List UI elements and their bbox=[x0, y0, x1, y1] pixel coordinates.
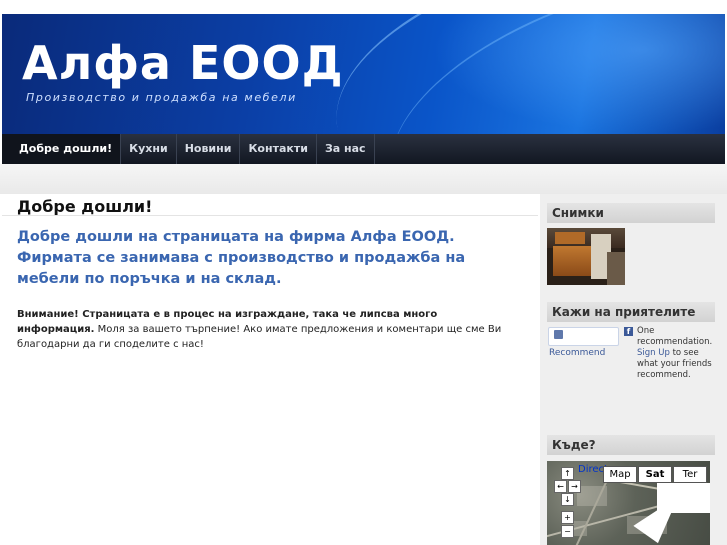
nav-item-kitchens[interactable]: Кухни bbox=[121, 134, 177, 164]
recommend-button[interactable]: Recommend bbox=[548, 327, 619, 358]
zoom-out-icon[interactable]: − bbox=[561, 525, 574, 538]
recommend-label: Recommend bbox=[549, 348, 606, 358]
content-band bbox=[0, 164, 727, 194]
fb-signup-link[interactable]: Sign Up bbox=[637, 348, 670, 358]
map-type-map[interactable]: Map bbox=[603, 466, 637, 483]
map-type-terrain[interactable]: Ter bbox=[673, 466, 707, 483]
location-map[interactable]: Direct Map Sat Ter ↑ ← → ↓ + − bbox=[547, 461, 710, 545]
zoom-in-icon[interactable]: + bbox=[561, 511, 574, 524]
top-strip bbox=[0, 0, 727, 14]
fb-count: One recommendation. bbox=[637, 326, 713, 347]
kitchen-photo[interactable] bbox=[547, 228, 625, 285]
map-type-switch: Map Sat Ter bbox=[603, 466, 708, 483]
site-title[interactable]: Алфа ЕООД bbox=[22, 36, 344, 90]
site-subtitle: Производство и продажба на мебели bbox=[26, 91, 297, 104]
photos-heading: Снимки bbox=[547, 203, 715, 223]
pan-left-icon[interactable]: ← bbox=[554, 480, 567, 493]
notice-text: Внимание! Страницата е в процес на изгра… bbox=[17, 307, 517, 352]
title-divider bbox=[2, 215, 538, 216]
map-type-satellite[interactable]: Sat bbox=[638, 466, 672, 483]
like-icon bbox=[554, 330, 563, 339]
sidebar: Снимки Кажи на приятелите си! Recommend … bbox=[540, 194, 727, 545]
nav-item-about[interactable]: За нас bbox=[317, 134, 375, 164]
nav-item-news[interactable]: Новини bbox=[177, 134, 241, 164]
share-heading: Кажи на приятелите си! bbox=[547, 302, 715, 339]
pan-down-icon[interactable]: ↓ bbox=[561, 493, 574, 506]
nav-item-home[interactable]: Добре дошли! bbox=[2, 134, 122, 164]
pan-up-icon[interactable]: ↑ bbox=[561, 467, 574, 480]
map-heading: Къде? bbox=[547, 435, 715, 455]
pan-right-icon[interactable]: → bbox=[568, 480, 581, 493]
page-title: Добре дошли! bbox=[17, 197, 153, 216]
facebook-recommend-text: One recommendation. Sign Up to see what … bbox=[637, 326, 717, 381]
intro-text: Добре дошли на страницата на фирма Алфа … bbox=[17, 229, 466, 287]
main-nav: Добре дошли! Кухни Новини Контакти За на… bbox=[2, 134, 725, 164]
facebook-icon: f bbox=[624, 327, 633, 336]
main-content: Добре дошли! Добре дошли на страницата н… bbox=[0, 194, 540, 545]
site-header: Алфа ЕООД Производство и продажба на меб… bbox=[2, 14, 725, 134]
nav-item-contacts[interactable]: Контакти bbox=[240, 134, 317, 164]
